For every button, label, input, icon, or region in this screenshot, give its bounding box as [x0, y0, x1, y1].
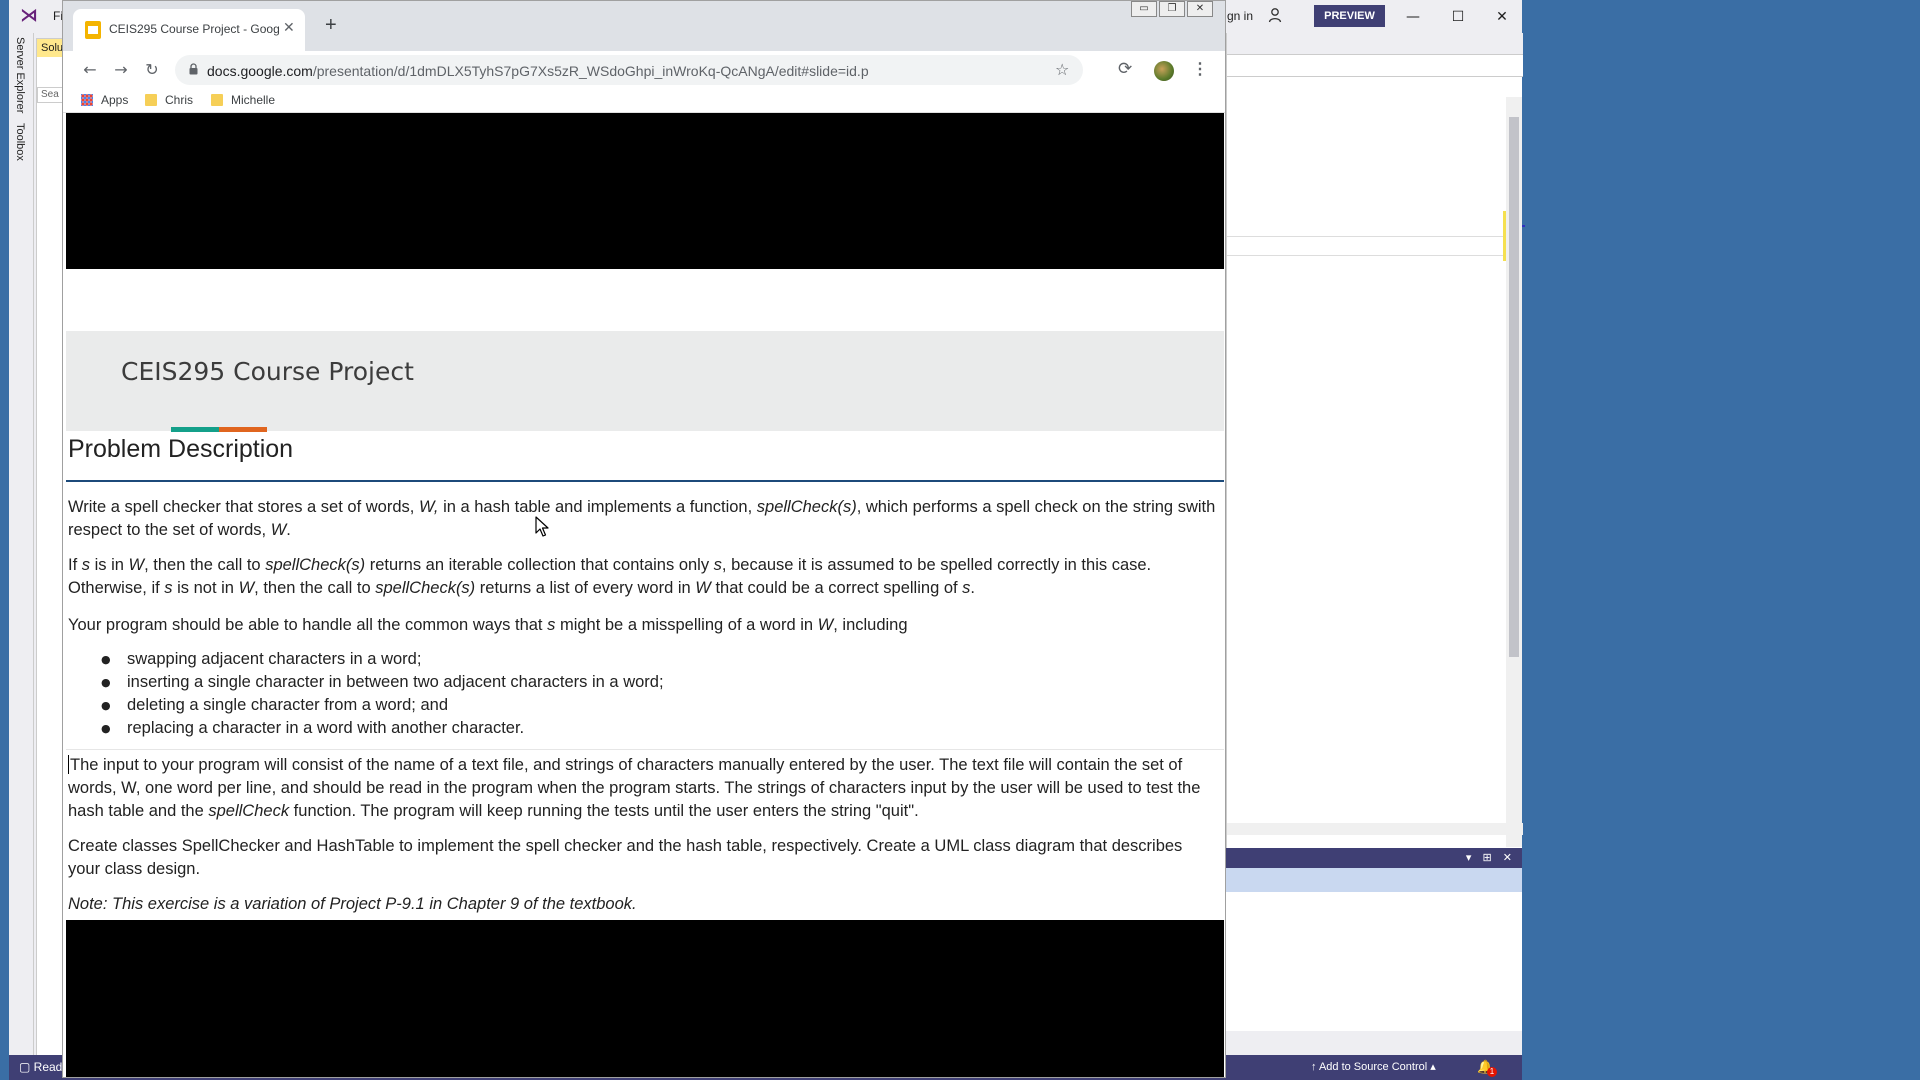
bookmark-chris-label: Chris — [165, 93, 194, 107]
paragraph-spellcheck-behavior: If s is in W, then the call to spellChec… — [68, 556, 1152, 597]
google-slides-favicon-icon — [85, 21, 101, 39]
lock-icon — [189, 63, 198, 75]
scrollbar-thumb[interactable] — [1509, 117, 1519, 657]
add-to-source-control-button[interactable]: ↑ Add to Source Control ▴ — [1311, 1060, 1436, 1073]
black-region-top — [66, 113, 1224, 269]
output-pane-titlebar: ▾ ⊞ ✕ — [1226, 848, 1522, 868]
server-explorer-tab[interactable]: Server Explorer — [14, 37, 26, 113]
slides-content-area[interactable]: CEIS295 Course Project Problem Descripti… — [66, 113, 1224, 1077]
folder-icon — [211, 94, 223, 106]
heading-underline — [66, 480, 1224, 482]
address-bar[interactable]: docs.google.com/presentation/d/1dmDLX5Ty… — [175, 55, 1083, 85]
chrome-close-button[interactable]: ✕ — [1187, 1, 1213, 17]
tab-google-slides[interactable]: CEIS295 Course Project - Google Sl ✕ — [73, 9, 305, 51]
source-control-label: Add to Source Control — [1318, 1061, 1428, 1073]
editor-line — [1227, 236, 1503, 237]
tab-title: CEIS295 Course Project - Google Sl — [109, 22, 279, 36]
paragraph-misspelling-ways: Your program should be able to handle al… — [68, 616, 908, 634]
chrome-window: CEIS295 Course Project - Google Sl ✕ + ▭… — [62, 0, 1226, 1078]
list-item: inserting a single character in between … — [101, 671, 1101, 694]
url-text: docs.google.com/presentation/d/1dmDLX5Ty… — [207, 63, 869, 79]
forward-arrow-icon[interactable]: → — [110, 59, 132, 81]
back-arrow-icon[interactable]: ← — [79, 59, 101, 81]
toolbox-tab[interactable]: Toolbox — [14, 123, 26, 161]
list-item: deleting a single character from a word;… — [101, 694, 1101, 717]
output-pane-toolbar — [1226, 868, 1522, 892]
caret-up-icon: ▴ — [1427, 1061, 1436, 1073]
vs-maximize-button[interactable]: ☐ — [1436, 4, 1480, 30]
editor-line — [1227, 255, 1503, 256]
mouse-pointer-icon — [535, 516, 549, 537]
chrome-toolbar: ← → ↻ docs.google.com/presentation/d/1dm… — [63, 51, 1225, 89]
status-ready-label: Read — [33, 1060, 63, 1074]
slide-title: CEIS295 Course Project — [121, 357, 414, 386]
editor-tab-strip — [1227, 33, 1523, 55]
chrome-minimize-button[interactable]: ▭ — [1131, 1, 1157, 17]
user-icon[interactable] — [1268, 7, 1284, 23]
paragraph-note: Note: This exercise is a variation of Pr… — [68, 895, 637, 913]
text-caret — [68, 755, 69, 774]
status-window-icon: ▢ — [19, 1060, 34, 1074]
paragraph-classes: Create classes SpellChecker and HashTabl… — [68, 837, 1183, 878]
folder-icon — [145, 94, 157, 106]
slide-header: CEIS295 Course Project — [66, 331, 1224, 432]
bookmark-chris[interactable]: Chris — [145, 93, 193, 107]
visual-studio-logo-icon: ⋊ — [20, 5, 38, 26]
chrome-tab-strip: CEIS295 Course Project - Google Sl ✕ + ▭… — [63, 1, 1225, 51]
paragraph-intro: Write a spell checker that stores a set … — [68, 498, 1216, 539]
new-tab-button[interactable]: + — [325, 15, 337, 35]
notification-count-badge: 1 — [1487, 1067, 1497, 1077]
black-region-bottom — [66, 920, 1224, 1077]
paragraph-program-input-text: The input to your program will consist o… — [68, 756, 1201, 820]
title-accent-bar-orange — [219, 427, 267, 432]
vs-sign-in-link[interactable]: gn in — [1227, 9, 1253, 23]
tab-close-icon[interactable]: ✕ — [283, 20, 295, 36]
editor-vertical-scrollbar[interactable] — [1506, 97, 1522, 847]
status-ready-text: ▢ Read — [19, 1060, 62, 1074]
vs-editor-pane[interactable] — [1226, 33, 1525, 848]
sync-extension-icon[interactable]: ⟳ — [1118, 59, 1132, 79]
vs-minimize-button[interactable]: — — [1391, 4, 1435, 30]
problem-description-heading: Problem Description — [68, 435, 294, 463]
paragraph-program-input[interactable]: The input to your program will consist o… — [68, 754, 1218, 823]
url-path: /presentation/d/1dmDLX5TyhS7pG7Xs5zR_WSd… — [312, 63, 869, 79]
bookmark-star-icon[interactable]: ☆ — [1055, 60, 1069, 79]
bookmark-apps-label: Apps — [101, 93, 129, 107]
url-host: docs.google.com — [207, 63, 313, 79]
list-item: swapping adjacent characters in a word; — [101, 648, 1101, 671]
preview-badge[interactable]: PREVIEW — [1314, 5, 1385, 27]
apps-grid-icon — [81, 94, 93, 106]
bookmarks-bar: Apps Chris Michelle — [63, 89, 1225, 113]
misspelling-bullet-list: swapping adjacent characters in a word; … — [101, 648, 1101, 740]
bookmark-michelle-label: Michelle — [231, 93, 276, 107]
bookmark-michelle[interactable]: Michelle — [211, 93, 275, 107]
vs-output-pane: ▾ ⊞ ✕ — [1226, 848, 1522, 1031]
vs-close-button[interactable]: ✕ — [1480, 4, 1524, 30]
reload-icon[interactable]: ↻ — [141, 59, 163, 81]
title-accent-bar-teal — [171, 427, 219, 432]
profile-avatar[interactable] — [1154, 61, 1174, 81]
list-item: replacing a character in a word with ano… — [101, 717, 1101, 740]
text-divider — [66, 749, 1224, 750]
chrome-menu-icon[interactable]: ⋮ — [1192, 59, 1208, 79]
chrome-restore-button[interactable]: ❐ — [1159, 1, 1185, 17]
editor-horizontal-scrollbar[interactable] — [1227, 823, 1523, 835]
arrow-up-icon: ↑ — [1311, 1061, 1319, 1073]
editor-navigation-dropdown[interactable] — [1227, 55, 1523, 77]
bookmark-apps[interactable]: Apps — [81, 93, 128, 107]
vs-left-tool-tabs: Server Explorer Toolbox — [9, 33, 34, 1055]
